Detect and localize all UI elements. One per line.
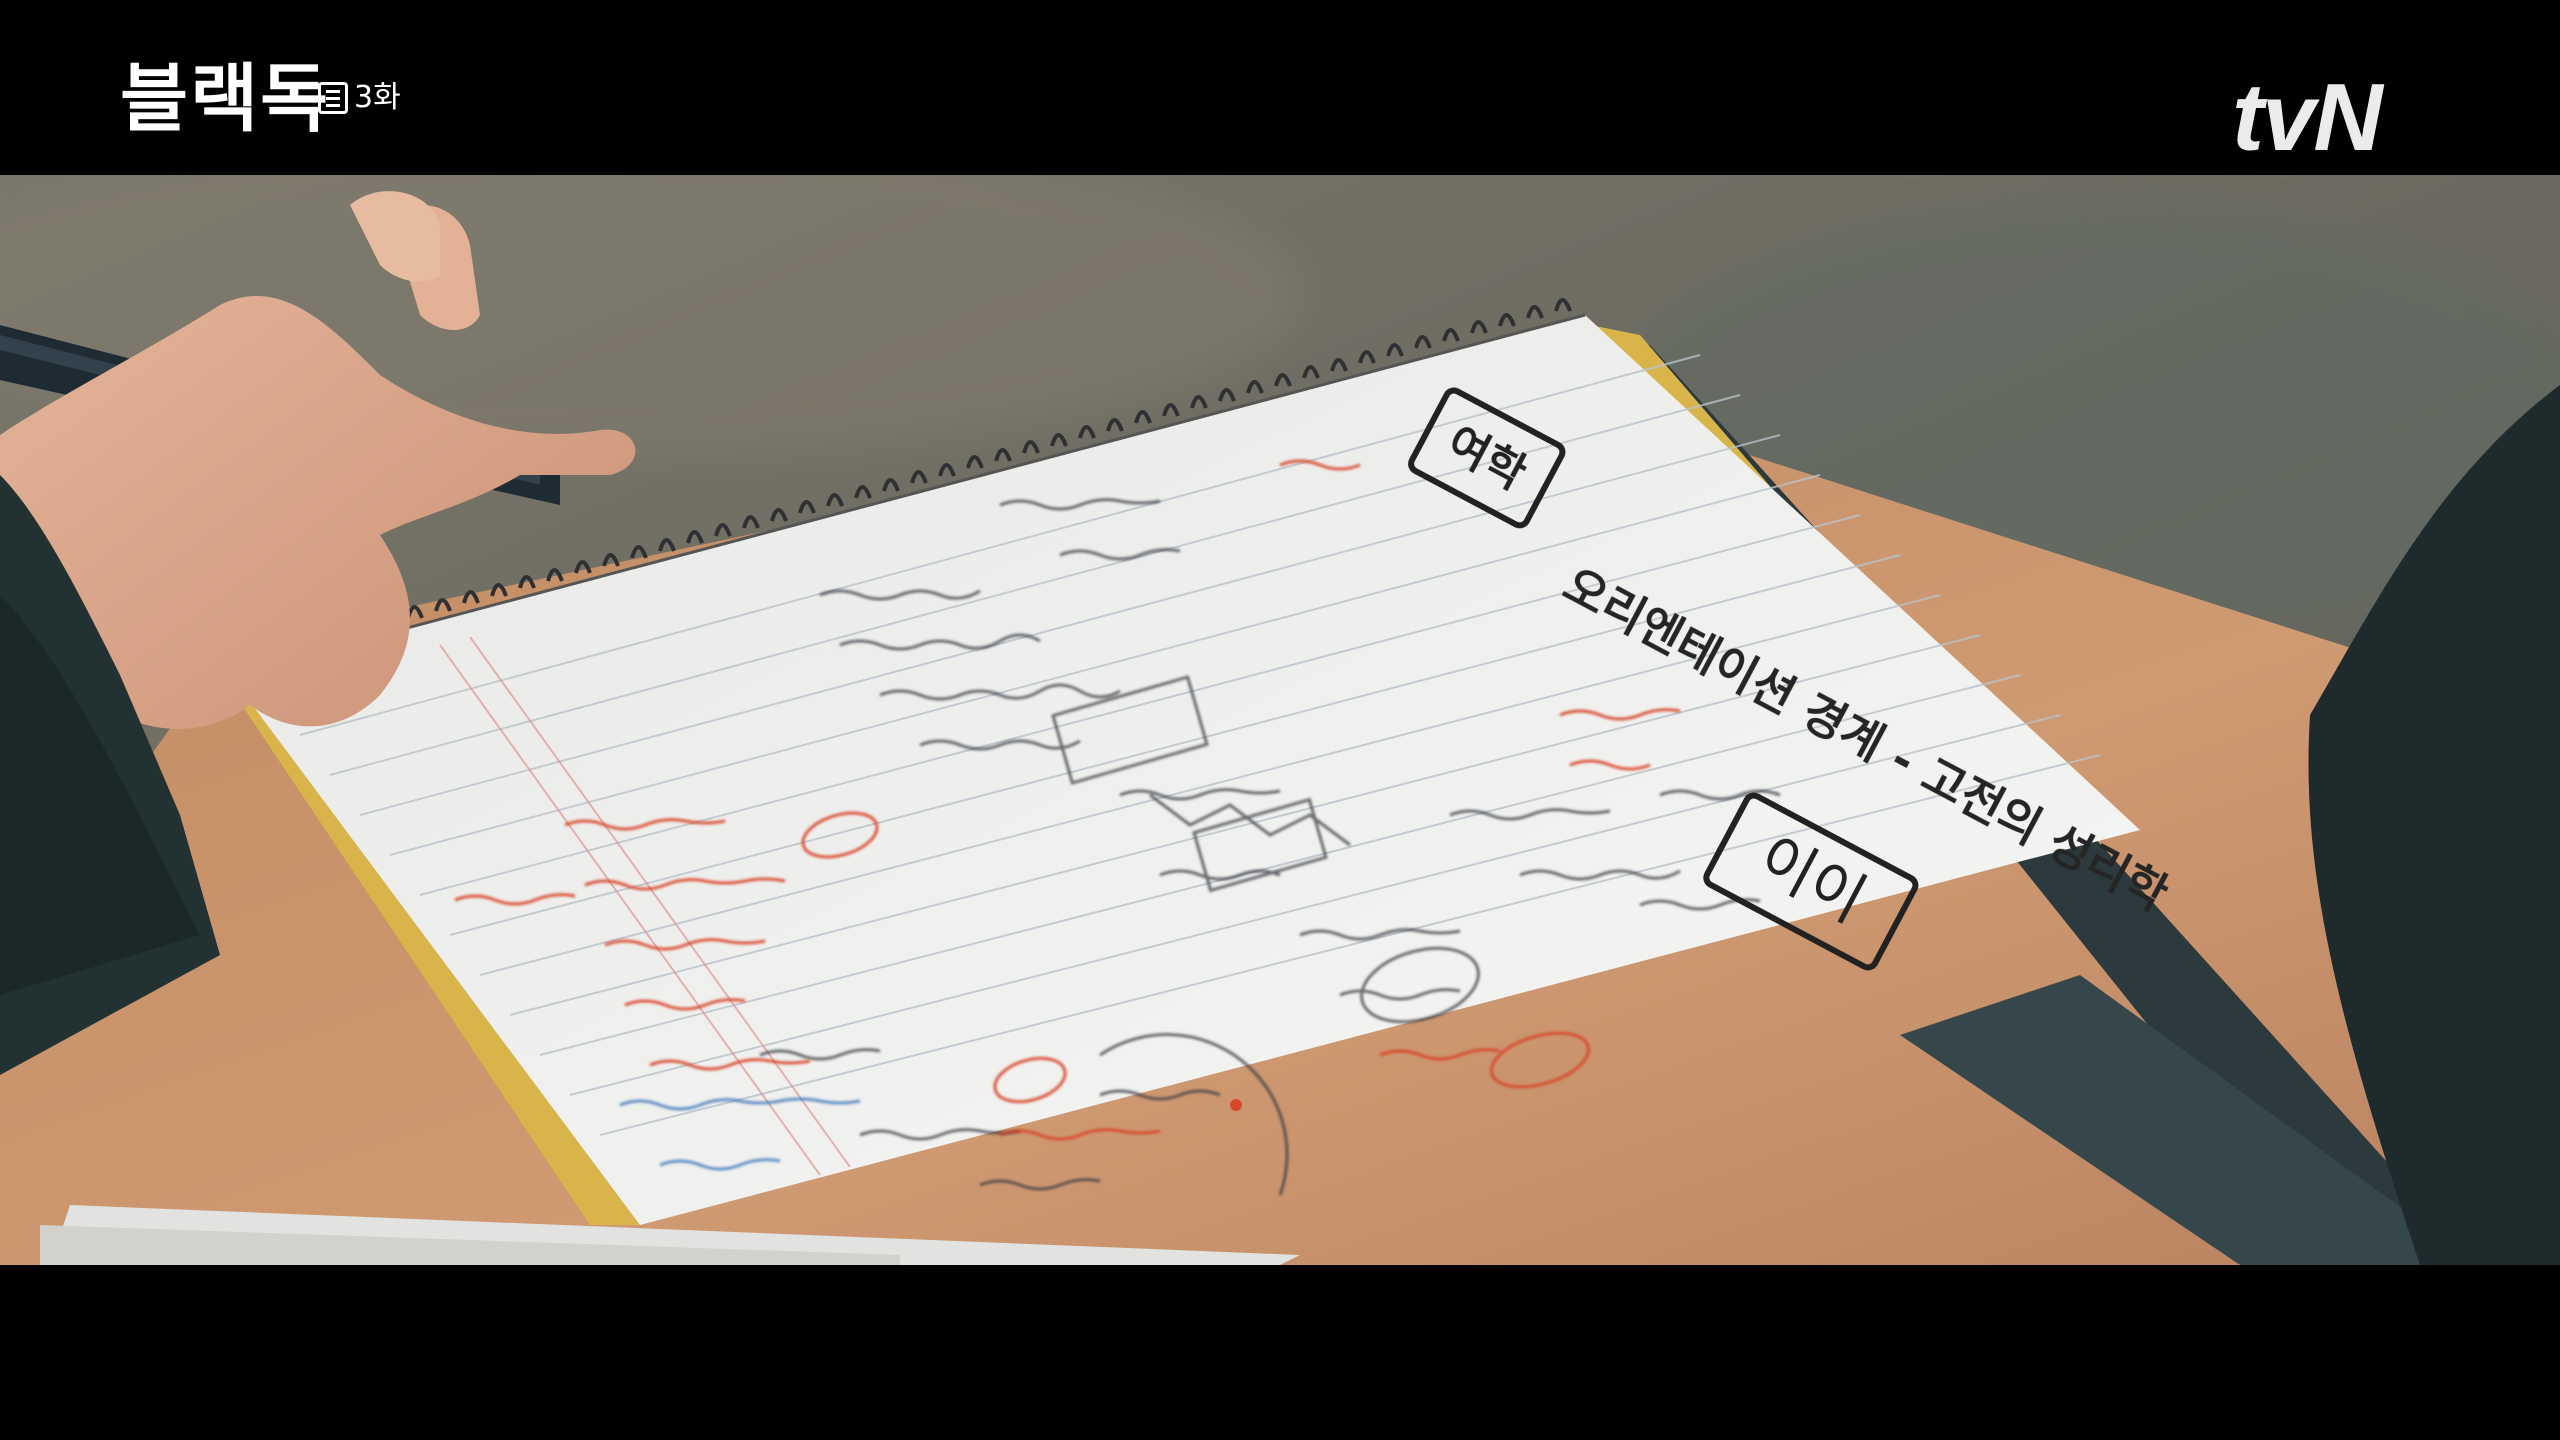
letterbox-bottom <box>0 1265 2560 1440</box>
episode-label: 3화 <box>354 80 401 115</box>
show-title: 블랙독 <box>120 56 331 142</box>
channel-logo: tvN <box>2232 64 2383 171</box>
episode-icon <box>318 82 348 114</box>
episode-badge: 3화 <box>318 82 401 114</box>
scene-image: 여학 이이 오리엔테이션 경계 - 고전의 성리학 <box>0 175 2560 1265</box>
video-frame: 여학 이이 오리엔테이션 경계 - 고전의 성리학 블랙독 3화 tvN <box>0 0 2560 1440</box>
